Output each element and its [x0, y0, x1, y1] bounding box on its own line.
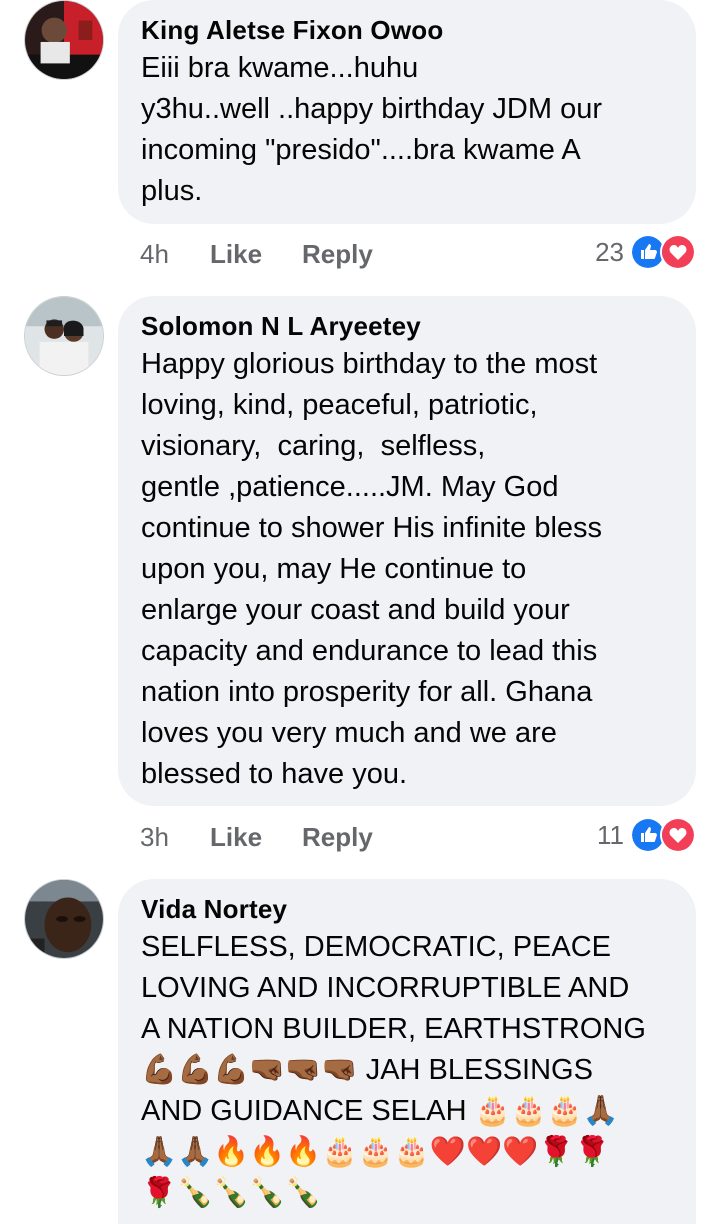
comment-text: Happy glorious birthday to the most lovi…	[141, 348, 603, 790]
comment-author[interactable]: King Aletse Fixon Owoo	[141, 14, 674, 46]
comment-text: Eiii bra kwame...huhu y3hu..well ..happy…	[141, 52, 602, 207]
reaction-summary[interactable]: 23	[595, 232, 696, 272]
love-icon	[660, 817, 696, 853]
reply-button[interactable]: Reply	[302, 234, 373, 274]
avatar[interactable]	[24, 0, 104, 80]
reaction-count: 23	[595, 236, 624, 267]
comment-bubble: Solomon N L Aryeetey Happy glorious birt…	[118, 296, 696, 806]
comment-author[interactable]: Solomon N L Aryeetey	[141, 310, 674, 342]
avatar-photo	[25, 1, 103, 79]
reaction-summary[interactable]: 11	[597, 815, 696, 855]
avatar-photo	[25, 880, 103, 958]
reply-button[interactable]: Reply	[302, 817, 373, 857]
avatar-photo	[25, 297, 103, 375]
avatar[interactable]	[24, 879, 104, 959]
comment-author[interactable]: Vida Nortey	[141, 893, 674, 925]
reaction-count: 11	[597, 819, 624, 850]
avatar[interactable]	[24, 296, 104, 376]
comment-actions: 4h Like Reply	[140, 234, 373, 274]
comment-bubble: King Aletse Fixon Owoo Eiii bra kwame...…	[118, 0, 696, 224]
comment-bubble: Vida Nortey SELFLESS, DEMOCRATIC, PEACE …	[118, 879, 696, 1224]
like-button[interactable]: Like	[210, 234, 302, 274]
like-button[interactable]: Like	[210, 817, 302, 857]
love-icon	[660, 234, 696, 270]
comment-actions: 3h Like Reply	[140, 817, 373, 857]
comment-time[interactable]: 3h	[140, 817, 210, 857]
comment-text: SELFLESS, DEMOCRATIC, PEACE LOVING AND I…	[141, 931, 646, 1209]
comment-time[interactable]: 4h	[140, 234, 210, 274]
